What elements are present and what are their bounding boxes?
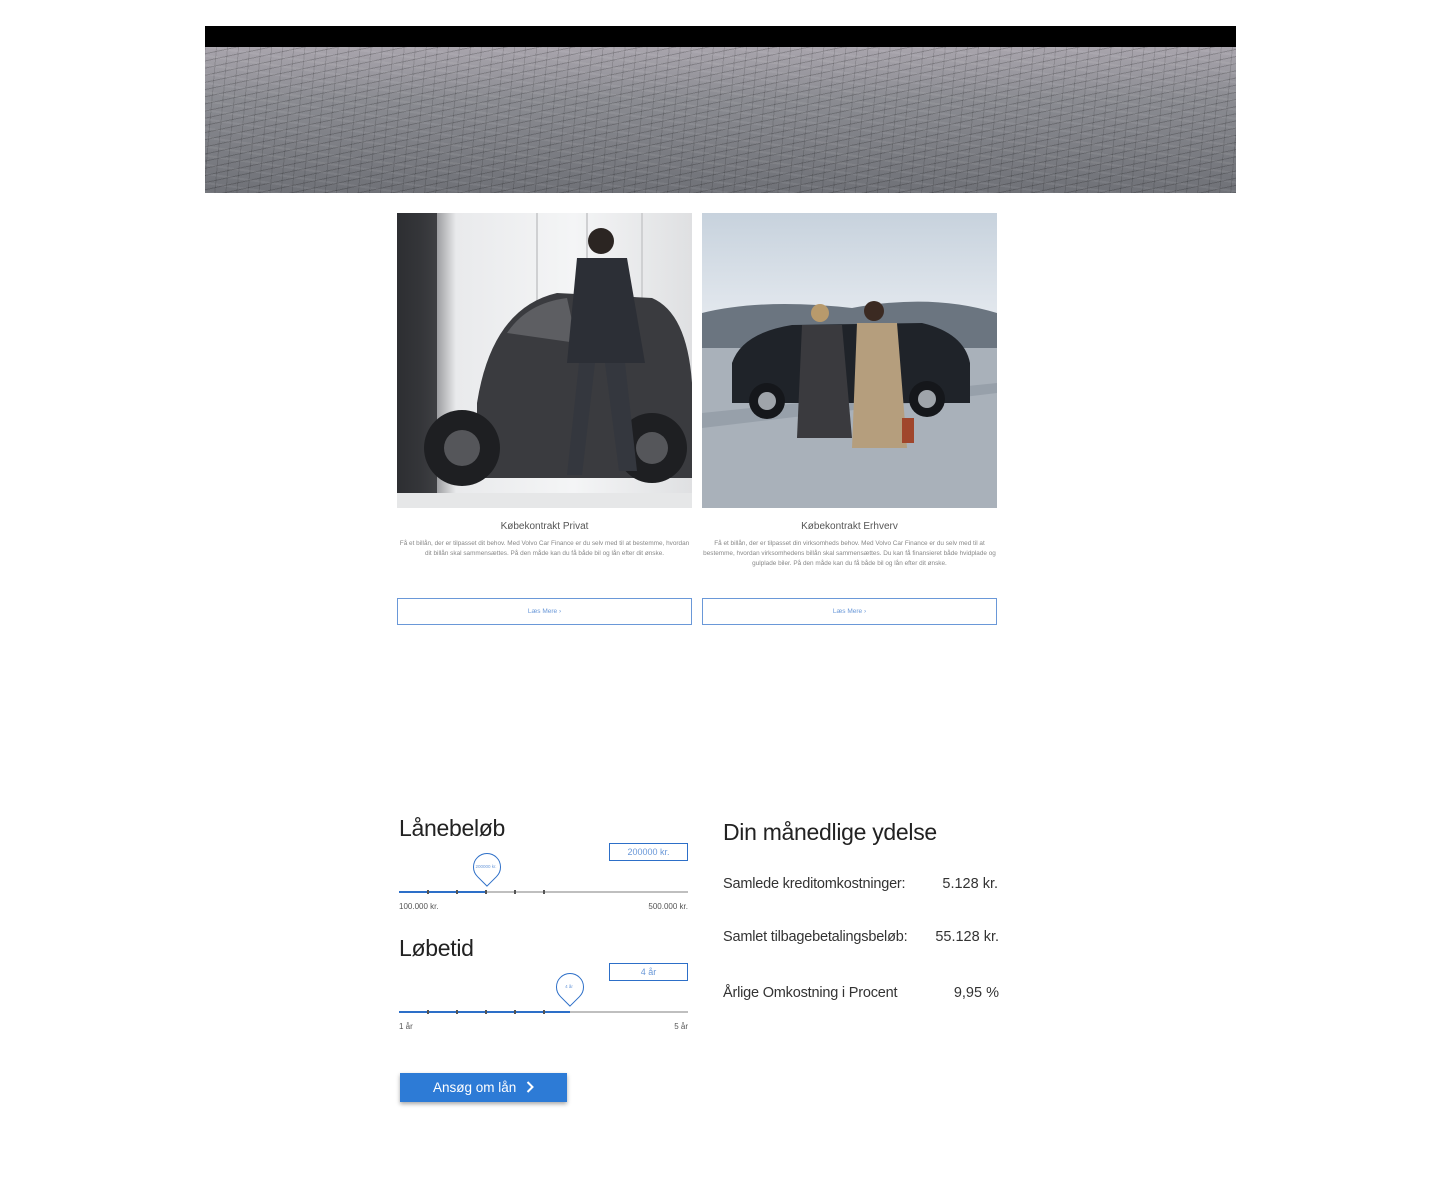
term-min-label: 1 år	[399, 1022, 413, 1031]
read-more-button-private[interactable]: Læs Mere ›	[397, 598, 692, 625]
apply-loan-button[interactable]: Ansøg om lån	[400, 1073, 567, 1102]
slider-tick	[456, 1010, 458, 1014]
car-scene-illustration	[397, 213, 692, 508]
card-image-business	[702, 213, 997, 508]
slider-tick	[485, 890, 487, 894]
term-slider-handle[interactable]: 4 år	[550, 967, 590, 1007]
chevron-right-icon	[526, 1074, 534, 1103]
term-slider-track[interactable]	[399, 1010, 688, 1014]
apr-value: 9,95 %	[953, 985, 999, 1001]
loan-min-label: 100.000 kr.	[399, 902, 439, 911]
product-card-private: Købekontrakt Privat Få et billån, der er…	[397, 213, 692, 625]
term-max-label: 5 år	[674, 1022, 688, 1031]
slider-tick	[514, 890, 516, 894]
card-image-private	[397, 213, 692, 508]
slider-tick	[543, 890, 545, 894]
loan-slider-track[interactable]	[399, 890, 688, 894]
apply-loan-label: Ansøg om lån	[432, 1080, 517, 1095]
read-more-button-business[interactable]: Læs Mere ›	[702, 598, 997, 625]
card-title: Købekontrakt Erhverv	[801, 521, 898, 532]
credit-costs-value: 5.128 kr.	[942, 876, 998, 892]
card-description: Få et billån, der er tilpasset dit behov…	[399, 540, 690, 557]
product-card-business: Købekontrakt Erhverv Få et billån, der e…	[702, 213, 997, 625]
total-repayment-label: Samlet tilbagebetalingsbeløb:	[723, 929, 908, 945]
card-title: Købekontrakt Privat	[500, 521, 589, 532]
slider-tick	[427, 890, 429, 894]
slider-tick	[543, 1010, 545, 1014]
credit-costs-label: Samlede kreditomkostninger:	[723, 876, 906, 892]
term-pin-label: 4 år	[565, 984, 573, 989]
monthly-payment-heading: Din månedlige ydelse	[723, 819, 937, 845]
loan-amount-heading: Lånebeløb	[399, 815, 505, 841]
loan-max-label: 500.000 kr.	[648, 902, 688, 911]
card-description: Få et billån, der er tilpasset din virks…	[703, 540, 996, 567]
apr-label: Årlige Omkostning i Procent	[723, 985, 898, 1001]
loan-slider-handle[interactable]: 200000 kr.	[467, 847, 507, 887]
couple-car-illustration	[702, 301, 997, 508]
term-value-box[interactable]: 4 år	[609, 963, 688, 981]
loan-pin-label: 200000 kr.	[475, 864, 497, 869]
slider-tick	[485, 1010, 487, 1014]
slider-tick	[456, 890, 458, 894]
term-heading: Løbetid	[399, 935, 474, 961]
slider-tick	[514, 1010, 516, 1014]
hero-banner	[205, 26, 1236, 193]
slider-tick	[427, 1010, 429, 1014]
loan-slider-fill	[399, 891, 486, 893]
total-repayment-value: 55.128 kr.	[935, 929, 999, 945]
hero-image-cobblestone	[205, 47, 1236, 193]
loan-amount-value-box[interactable]: 200000 kr.	[609, 843, 688, 861]
